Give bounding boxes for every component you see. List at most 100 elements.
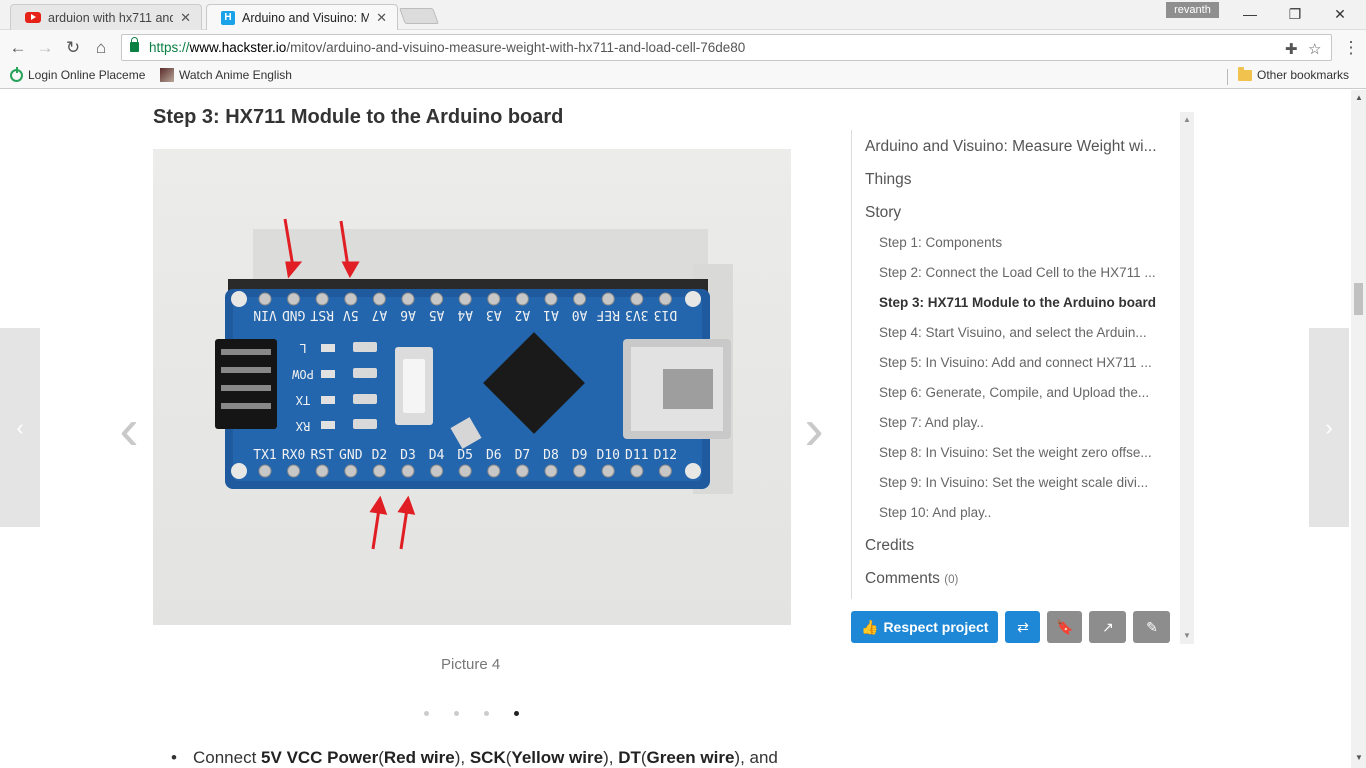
carousel-prev-icon[interactable]: ‹ (112, 401, 146, 459)
pin-pad (401, 292, 415, 306)
connection-bullet: Connect 5V VCC Power(Red wire), SCK(Yell… (171, 748, 778, 768)
respect-project-button[interactable]: 👍 Respect project (851, 611, 999, 643)
pin-label: D10 (596, 448, 619, 463)
carousel-dot[interactable] (424, 711, 429, 716)
url-text: https://www.hackster.io/mitov/arduino-an… (149, 40, 746, 55)
browser-tab-youtube[interactable]: arduion with hx711 and l ✕ (10, 4, 202, 30)
pin-pad (344, 464, 358, 478)
pin-pad (630, 292, 644, 306)
close-tab-icon[interactable]: ✕ (376, 10, 387, 26)
toc-credits[interactable]: Credits (865, 537, 1165, 555)
next-project-button[interactable]: › (1309, 328, 1349, 527)
profile-button[interactable]: revanth (1166, 2, 1219, 18)
pin-label: D3 (400, 448, 416, 463)
bookmark-login[interactable]: Login Online Placeme (10, 66, 146, 82)
share-button[interactable]: ↗ (1089, 611, 1127, 643)
tab-title: arduion with hx711 and l (48, 10, 174, 25)
bullet-text: ), and (734, 748, 778, 767)
bookmark-anime[interactable]: Watch Anime English (160, 68, 292, 82)
other-bookmarks[interactable]: Other bookmarks (1238, 66, 1349, 82)
minimize-icon[interactable]: — (1235, 4, 1265, 24)
pin-label: D7 (515, 448, 531, 463)
pin-pad (658, 292, 672, 306)
toc-step-9[interactable]: Step 9: In Visuino: Set the weight scale… (879, 475, 1164, 490)
carousel-dot[interactable] (514, 711, 519, 716)
toc-step-4[interactable]: Step 4: Start Visuino, and select the Ar… (879, 325, 1164, 340)
pin-pad (258, 464, 272, 478)
pin-pad (515, 464, 529, 478)
toc-story[interactable]: Story (865, 204, 1165, 222)
pin-pad (544, 292, 558, 306)
scroll-up-icon[interactable]: ▲ (1183, 115, 1191, 124)
tab-strip: arduion with hx711 and l ✕ H Arduino and… (0, 0, 1366, 30)
new-tab-button[interactable] (399, 8, 439, 24)
toc-step-1[interactable]: Step 1: Components (879, 235, 1164, 250)
bookmark-label: Login Online Placeme (28, 68, 146, 82)
home-icon[interactable]: ⌂ (90, 37, 112, 59)
toc-step-7[interactable]: Step 7: And play.. (879, 415, 1164, 430)
replicate-button[interactable]: ⇄ (1005, 611, 1041, 643)
bullet-emphasis: Red wire (383, 748, 455, 767)
extension-icon[interactable]: ✚ (1285, 37, 1298, 62)
pin-pad (544, 464, 558, 478)
pin-label: A0 (572, 307, 588, 322)
carousel-dots (424, 711, 519, 716)
pin-label: 3V3 (625, 307, 648, 322)
toc-step-2[interactable]: Step 2: Connect the Load Cell to the HX7… (879, 265, 1164, 280)
pin-pad (573, 292, 587, 306)
close-window-icon[interactable]: ✕ (1325, 4, 1355, 24)
toc-step-5[interactable]: Step 5: In Visuino: Add and connect HX71… (879, 355, 1164, 370)
close-tab-icon[interactable]: ✕ (180, 10, 191, 26)
toc-comments-label: Comments (865, 570, 940, 587)
bullet-emphasis: DT (618, 748, 641, 767)
pin-pad (601, 292, 615, 306)
pin-pad (258, 292, 272, 306)
forward-icon[interactable]: → (34, 37, 56, 59)
edit-button[interactable]: ✎ (1133, 611, 1171, 643)
toc-step-6[interactable]: Step 6: Generate, Compile, and Upload th… (879, 385, 1164, 400)
toc-step-3[interactable]: Step 3: HX711 Module to the Arduino boar… (879, 295, 1164, 310)
pin-pad (487, 292, 501, 306)
pin-label: A7 (372, 307, 388, 322)
pin-label: A6 (400, 307, 416, 322)
address-bar[interactable]: https://www.hackster.io/mitov/arduino-an… (121, 34, 1332, 61)
pin-label: GND (339, 448, 363, 463)
pin-label: A2 (515, 307, 531, 322)
pin-label: D4 (429, 448, 445, 463)
arduino-board-illustration: VIN GND RST 5V A7 A6 A5 A4 A3 A2 A1 A0 REF 3V3 D13 TX1… (215, 218, 733, 550)
scroll-down-icon[interactable]: ▼ (1355, 753, 1363, 762)
toc-comments[interactable]: Comments (0) (865, 570, 1165, 588)
scroll-up-icon[interactable]: ▲ (1355, 93, 1363, 102)
toc-step-8[interactable]: Step 8: In Visuino: Set the weight zero … (879, 445, 1164, 460)
toc-title[interactable]: Arduino and Visuino: Measure Weight wi..… (865, 138, 1165, 156)
bullet-text: ), (454, 748, 470, 767)
scrollbar-thumb[interactable] (1354, 283, 1363, 315)
folder-icon (1238, 66, 1252, 81)
restore-icon[interactable]: ❐ (1280, 4, 1310, 24)
pin-label: D11 (625, 448, 648, 463)
led-label: L (299, 341, 306, 355)
page-scrollbar[interactable]: ▲ ▼ (1351, 90, 1366, 768)
toc-scrollbar[interactable]: ▲ ▼ (1180, 112, 1194, 644)
browser-tab-hackster[interactable]: H Arduino and Visuino: Me ✕ (206, 4, 398, 30)
toc-things[interactable]: Things (865, 171, 1165, 189)
toc-step-10[interactable]: Step 10: And play.. (879, 505, 1164, 520)
carousel-next-icon[interactable]: › (797, 401, 831, 459)
menu-icon[interactable]: ⋮ (1340, 37, 1362, 59)
bullet-text: Connect (193, 748, 262, 767)
back-icon[interactable]: ← (7, 37, 29, 59)
bookmark-star-icon[interactable]: ☆ (1308, 37, 1321, 62)
pin-pad (573, 464, 587, 478)
pin-pad (344, 292, 358, 306)
arduino-nano-photo: VIN GND RST 5V A7 A6 A5 A4 A3 A2 A1 A0 REF 3V3 D13 TX1… (153, 149, 791, 625)
reload-icon[interactable]: ↻ (62, 37, 84, 59)
pin-label: D5 (457, 448, 473, 463)
pin-pad (315, 292, 329, 306)
carousel-dot[interactable] (484, 711, 489, 716)
scroll-down-icon[interactable]: ▼ (1183, 631, 1191, 640)
retweet-icon: ⇄ (1017, 618, 1029, 635)
edit-icon: ✎ (1146, 618, 1158, 635)
prev-project-button[interactable]: ‹ (0, 328, 40, 527)
bookmark-button[interactable]: 🔖 (1047, 611, 1083, 643)
carousel-dot[interactable] (454, 711, 459, 716)
